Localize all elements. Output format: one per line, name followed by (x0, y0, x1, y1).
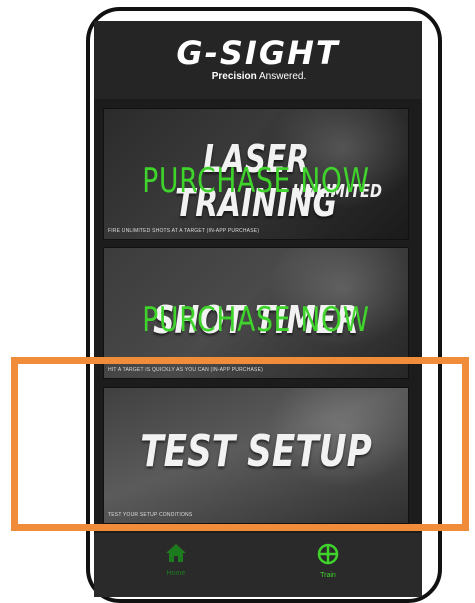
gsight-logo: G-SIGHT (172, 34, 344, 72)
purchase-now-label[interactable]: PURCHASE NOW (137, 300, 374, 340)
app-header: G-SIGHT Precision Answered. (94, 21, 422, 99)
nav-train[interactable]: Train (298, 543, 358, 579)
logo-tagline: Precision Answered. (194, 71, 324, 82)
logo-text: G-SIGHT (176, 34, 340, 72)
laser-training-card[interactable]: LASER TRAINING UNLIMITED PURCHASE NOW FI… (104, 109, 408, 239)
home-icon (166, 544, 186, 562)
purchase-now-label[interactable]: PURCHASE NOW (137, 161, 374, 201)
nav-train-label: Train (320, 572, 336, 579)
nav-home[interactable]: Home (146, 543, 206, 577)
tagline-bold: Precision (211, 71, 257, 82)
highlight-box (11, 357, 469, 531)
tagline-rest: Answered. (256, 71, 307, 82)
bottom-nav: Home Train (94, 533, 422, 597)
nav-home-label: Home (166, 570, 186, 577)
card-caption: FIRE UNLIMITED SHOTS AT A TARGET (IN-APP… (108, 228, 260, 234)
crosshair-icon (317, 543, 339, 565)
